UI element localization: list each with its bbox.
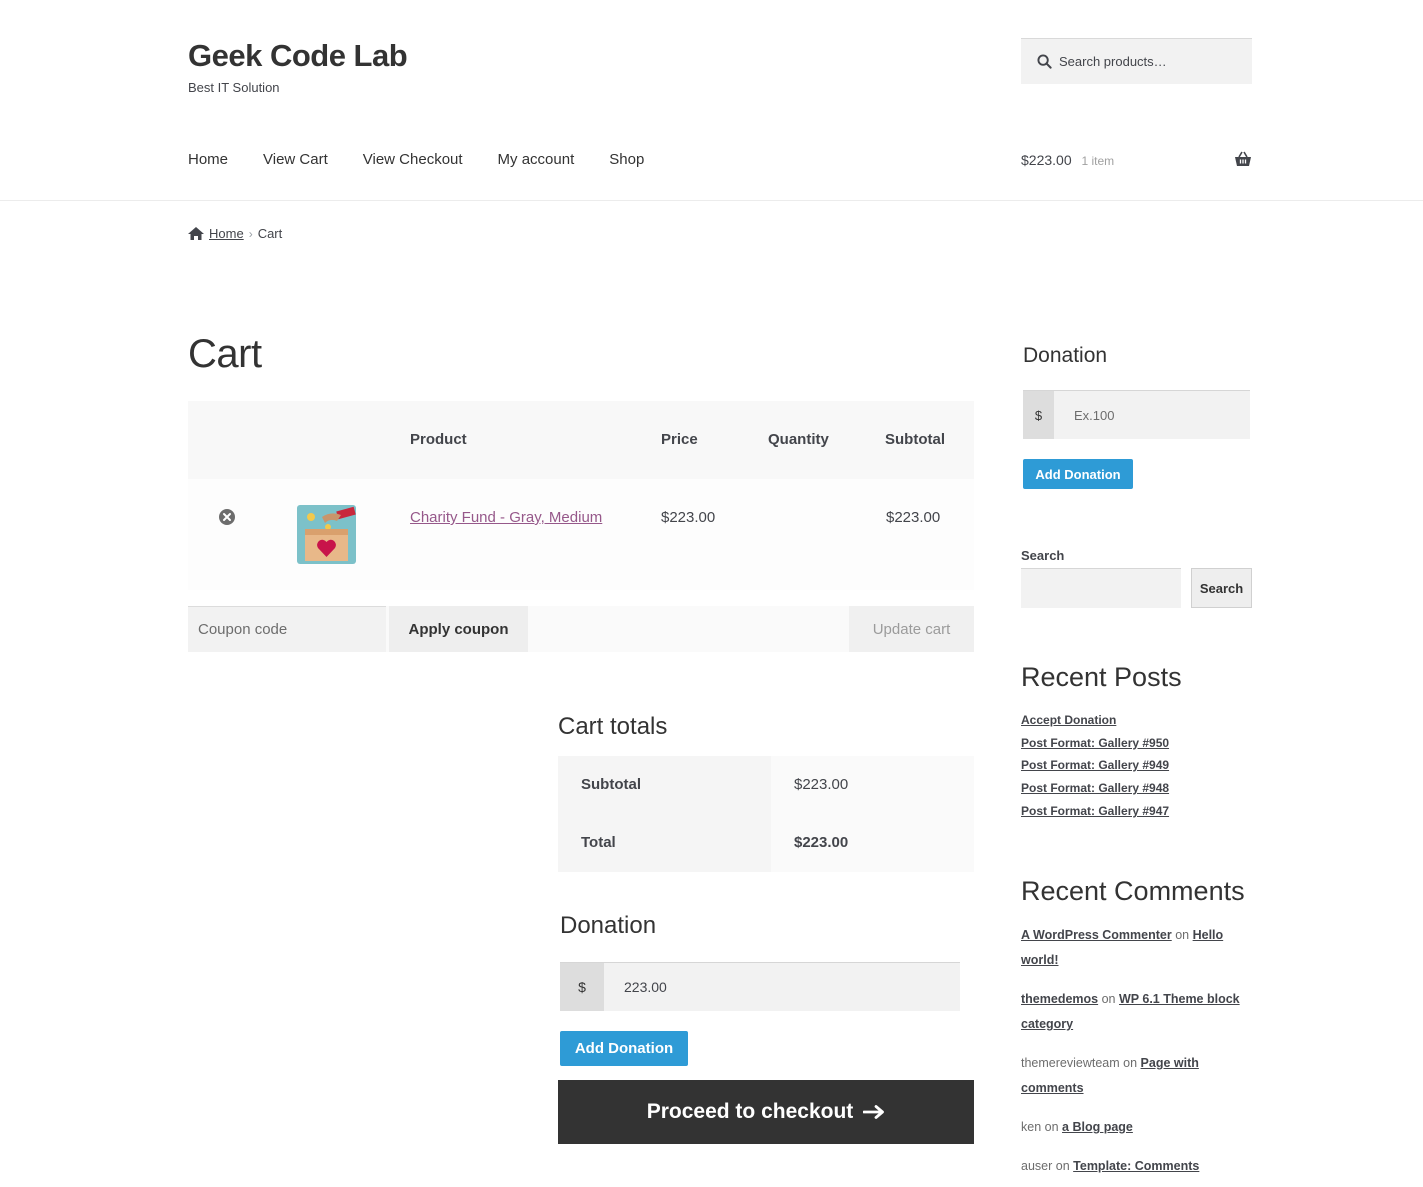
recent-post-link[interactable]: Post Format: Gallery #950 (1021, 736, 1169, 750)
recent-posts-title: Recent Posts (1021, 662, 1182, 692)
apply-coupon-button[interactable]: Apply coupon (389, 606, 528, 652)
total-label: Total (558, 814, 771, 872)
product-link[interactable]: Charity Fund - Gray, Medium (410, 509, 602, 526)
list-item: Post Format: Gallery #949 (1021, 756, 1169, 779)
comment-on: on (1044, 1120, 1059, 1134)
list-item: auser on Template: Comments (1021, 1154, 1252, 1179)
comment-post-link[interactable]: a Blog page (1062, 1120, 1133, 1134)
comment-on: on (1175, 928, 1190, 942)
page-title: Cart (188, 332, 262, 376)
checkout-label: Proceed to checkout (646, 1100, 854, 1123)
header-divider (0, 200, 1423, 201)
arrow-right-icon (863, 1105, 885, 1119)
list-item: themereviewteam on Page with comments (1021, 1051, 1252, 1101)
table-row: Subtotal $223.00 (558, 756, 974, 814)
breadcrumb-current: Cart (257, 226, 283, 241)
recent-post-link[interactable]: Post Format: Gallery #948 (1021, 781, 1169, 795)
list-item: themedemos on WP 6.1 Theme block categor… (1021, 987, 1252, 1037)
site-title[interactable]: Geek Code Lab (188, 38, 408, 74)
coupon-code-input[interactable] (188, 606, 386, 652)
table-row: Charity Fund - Gray, Medium $223.00 $223… (188, 479, 974, 590)
update-cart-button[interactable]: Update cart (849, 606, 974, 652)
product-price: $223.00 (661, 509, 716, 526)
list-item: Post Format: Gallery #947 (1021, 802, 1169, 825)
breadcrumb: Home › Cart (188, 226, 282, 241)
currency-symbol: $ (560, 963, 604, 1011)
product-thumbnail[interactable] (297, 505, 356, 564)
site-tagline: Best IT Solution (188, 80, 280, 95)
nav-home[interactable]: Home (188, 151, 228, 168)
table-row: Total $223.00 (558, 814, 974, 872)
list-item: Post Format: Gallery #950 (1021, 734, 1169, 757)
comment-author: auser (1021, 1159, 1053, 1173)
nav-view-checkout[interactable]: View Checkout (363, 151, 463, 168)
primary-nav: Home View Cart View Checkout My account … (188, 151, 644, 168)
comment-on: on (1123, 1056, 1138, 1070)
col-price: Price (661, 431, 698, 448)
recent-comments-list: A WordPress Commenter on Hello world! th… (1021, 923, 1252, 1179)
recent-comments-title: Recent Comments (1021, 876, 1245, 906)
subtotal-label: Subtotal (558, 756, 771, 814)
sidebar-search-button[interactable]: Search (1191, 568, 1252, 608)
recent-post-link[interactable]: Post Format: Gallery #947 (1021, 804, 1169, 818)
breadcrumb-home[interactable]: Home (209, 226, 244, 241)
list-item: Accept Donation (1021, 711, 1169, 734)
product-search-box[interactable] (1021, 38, 1252, 84)
currency-symbol: $ (1023, 391, 1054, 439)
recent-post-link[interactable]: Post Format: Gallery #949 (1021, 758, 1169, 772)
add-donation-button[interactable]: Add Donation (560, 1031, 688, 1066)
proceed-to-checkout-button[interactable]: Proceed to checkout (558, 1080, 974, 1144)
col-quantity: Quantity (768, 431, 829, 448)
remove-item-icon[interactable] (219, 509, 235, 525)
cart-table-header: Product Price Quantity Subtotal (188, 401, 974, 479)
comment-author: ken (1021, 1120, 1042, 1134)
nav-shop[interactable]: Shop (609, 151, 644, 168)
home-icon (188, 227, 204, 240)
mini-cart[interactable]: $223.00 1 item (1021, 151, 1252, 172)
sidebar-donation-input[interactable] (1054, 391, 1250, 439)
cart-table: Product Price Quantity Subtotal Charity … (188, 401, 974, 590)
subtotal-value: $223.00 (771, 756, 974, 814)
cart-totals-title: Cart totals (558, 713, 668, 740)
comment-author-link[interactable]: themedemos (1021, 992, 1098, 1006)
nav-view-cart[interactable]: View Cart (263, 151, 328, 168)
comment-author-link[interactable]: A WordPress Commenter (1021, 928, 1172, 942)
sidebar-donation-field: $ (1023, 390, 1250, 439)
col-product: Product (410, 431, 467, 448)
comment-post-link[interactable]: Template: Comments (1073, 1159, 1199, 1173)
mini-cart-amount: $223.00 (1021, 152, 1072, 168)
donation-amount-input[interactable] (604, 963, 960, 1011)
sidebar-donation-title: Donation (1023, 344, 1108, 367)
product-subtotal: $223.00 (886, 509, 941, 526)
col-subtotal: Subtotal (885, 431, 945, 448)
recent-posts-list: Accept Donation Post Format: Gallery #95… (1021, 711, 1169, 824)
cart-totals-table: Subtotal $223.00 Total $223.00 (558, 756, 974, 872)
donation-title: Donation (560, 912, 657, 939)
sidebar-search-input[interactable] (1021, 568, 1181, 608)
mini-cart-count: 1 item (1081, 154, 1115, 168)
basket-icon[interactable] (1234, 151, 1252, 167)
nav-my-account[interactable]: My account (498, 151, 575, 168)
recent-post-link[interactable]: Accept Donation (1021, 713, 1116, 727)
donation-field: $ (560, 962, 960, 1011)
comment-on: on (1101, 992, 1116, 1006)
list-item: A WordPress Commenter on Hello world! (1021, 923, 1252, 973)
total-value: $223.00 (771, 814, 974, 872)
comment-author: themereviewteam (1021, 1056, 1120, 1070)
list-item: Post Format: Gallery #948 (1021, 779, 1169, 802)
sidebar-search-label: Search (1021, 548, 1065, 563)
search-icon (1037, 54, 1052, 69)
breadcrumb-separator: › (248, 226, 253, 241)
product-search-input[interactable] (1059, 54, 1239, 69)
list-item: ken on a Blog page (1021, 1115, 1252, 1140)
comment-on: on (1055, 1159, 1070, 1173)
cart-actions: Apply coupon Update cart (188, 606, 974, 652)
sidebar-add-donation-button[interactable]: Add Donation (1023, 459, 1133, 489)
